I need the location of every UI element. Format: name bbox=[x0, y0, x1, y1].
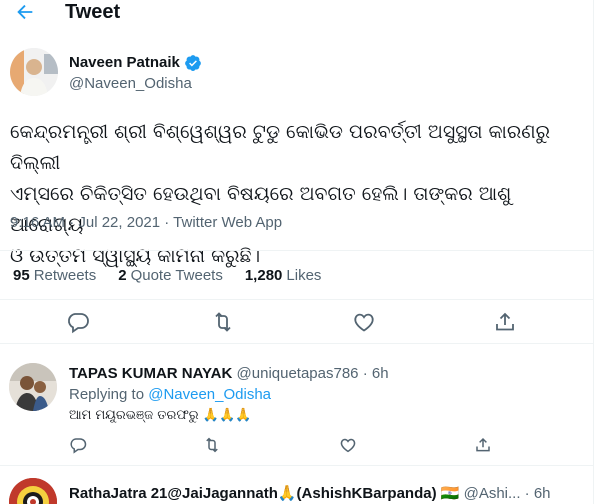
reply-icon bbox=[70, 438, 87, 454]
avatar-image bbox=[10, 48, 58, 96]
retweets-count: 95 bbox=[13, 267, 30, 284]
replying-to: Replying to @Naveen_Odisha bbox=[69, 385, 271, 405]
share-button[interactable] bbox=[493, 310, 521, 338]
retweet-button[interactable] bbox=[203, 436, 223, 456]
arrow-left-icon bbox=[17, 4, 33, 20]
author-name[interactable]: Naveen Patnaik bbox=[69, 53, 180, 73]
share-icon bbox=[476, 437, 490, 452]
page-title: Tweet bbox=[65, 1, 121, 23]
reply-header: TAPAS KUMAR NAYAK @uniquetapas786 · 6h bbox=[69, 364, 389, 384]
divider bbox=[0, 343, 594, 344]
retweet-icon bbox=[215, 312, 231, 332]
like-icon bbox=[340, 438, 356, 453]
retweets-label: Retweets bbox=[33, 267, 97, 284]
divider bbox=[0, 250, 594, 251]
likes-label: Likes bbox=[286, 267, 322, 284]
retweet-icon bbox=[206, 437, 218, 453]
page-header: Tweet bbox=[0, 0, 594, 26]
avatar[interactable] bbox=[10, 48, 58, 96]
reply-tweet[interactable]: RathaJatra 21@JaiJagannath🙏(AshishKBarpa… bbox=[0, 474, 594, 504]
reply-author-name[interactable]: RathaJatra 21@JaiJagannath🙏(AshishKBarpa… bbox=[69, 485, 459, 502]
reply-text: ଆମ ମୟୂରଭଞ୍ଜ ତରଫରୁ 🙏🙏🙏 bbox=[69, 408, 252, 423]
reply-button[interactable] bbox=[66, 310, 94, 338]
tweet-meta[interactable]: 9:16 AM · Jul 22, 2021 · Twitter Web App bbox=[10, 212, 282, 234]
avatar-image bbox=[9, 363, 57, 411]
tweet-stats: 95 Retweets 2 Quote Tweets 1,280 Likes bbox=[13, 266, 343, 286]
reply-icon bbox=[68, 313, 89, 334]
reply-author-handle[interactable]: @Ashi... · 6h bbox=[464, 485, 551, 502]
likes-stat[interactable]: 1,280 Likes bbox=[245, 266, 322, 286]
replying-prefix: Replying to bbox=[69, 386, 149, 403]
divider bbox=[0, 299, 594, 300]
share-icon bbox=[496, 312, 514, 331]
tweet-text-line: କେନ୍ଦ୍ରମନ୍ତ୍ରୀ ଶ୍ରୀ ବିଶ୍ୱେଶ୍ୱର ଟୁଡୁ କୋଭି… bbox=[10, 121, 551, 174]
replying-handle-link[interactable]: @Naveen_Odisha bbox=[148, 386, 271, 403]
author-handle[interactable]: @Naveen_Odisha bbox=[69, 74, 192, 94]
tweet-author: Naveen Patnaik @Naveen_Odisha bbox=[10, 44, 590, 100]
likes-count: 1,280 bbox=[244, 267, 283, 284]
avatar-image bbox=[9, 478, 57, 504]
verified-badge-icon bbox=[185, 55, 201, 72]
divider bbox=[0, 465, 594, 466]
tweet-text: କେନ୍ଦ୍ରମନ୍ତ୍ରୀ ଶ୍ରୀ ବିଶ୍ୱେଶ୍ୱର ଟୁଡୁ କୋଭି… bbox=[10, 117, 585, 272]
like-button[interactable] bbox=[339, 436, 359, 456]
avatar[interactable] bbox=[9, 363, 57, 411]
tweet-action-bar bbox=[0, 310, 594, 340]
reply-author-handle[interactable]: @uniquetapas786 · 6h bbox=[237, 365, 389, 382]
reply-tweet[interactable]: TAPAS KUMAR NAYAK @uniquetapas786 · 6h R… bbox=[0, 358, 594, 458]
retweet-button[interactable] bbox=[211, 310, 239, 338]
reply-button[interactable] bbox=[69, 436, 89, 456]
back-button[interactable] bbox=[10, 0, 40, 26]
reply-header: RathaJatra 21@JaiJagannath🙏(AshishKBarpa… bbox=[69, 484, 551, 504]
avatar[interactable] bbox=[9, 478, 57, 504]
share-button[interactable] bbox=[474, 436, 494, 456]
reply-action-bar bbox=[69, 436, 569, 456]
reply-author-name[interactable]: TAPAS KUMAR NAYAK bbox=[69, 365, 232, 382]
retweets-stat[interactable]: 95 Retweets bbox=[13, 266, 96, 286]
like-icon bbox=[354, 313, 374, 332]
like-button[interactable] bbox=[352, 310, 380, 338]
quote-tweets-stat[interactable]: 2 Quote Tweets bbox=[118, 266, 223, 286]
quotes-count: 2 bbox=[118, 267, 127, 284]
quotes-label: Quote Tweets bbox=[130, 267, 223, 284]
